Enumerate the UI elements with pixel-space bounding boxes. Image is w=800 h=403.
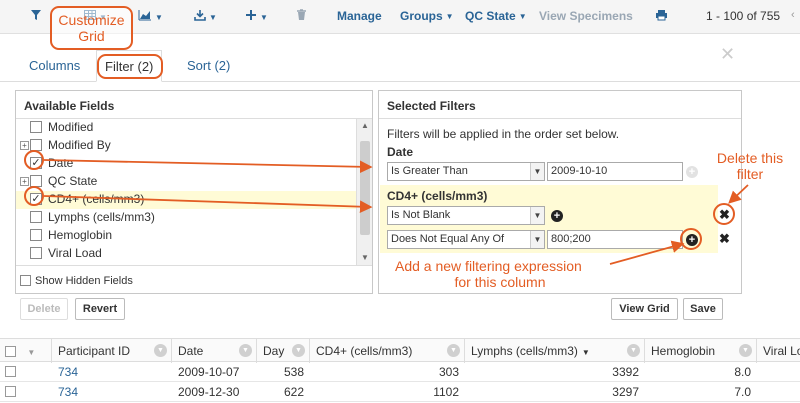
annotation-arrows bbox=[43, 159, 749, 265]
date-arrow bbox=[43, 159, 373, 174]
delete-filter-arrow bbox=[728, 184, 749, 204]
cd4-arrow bbox=[43, 195, 373, 213]
add-expression-arrow bbox=[609, 240, 685, 265]
